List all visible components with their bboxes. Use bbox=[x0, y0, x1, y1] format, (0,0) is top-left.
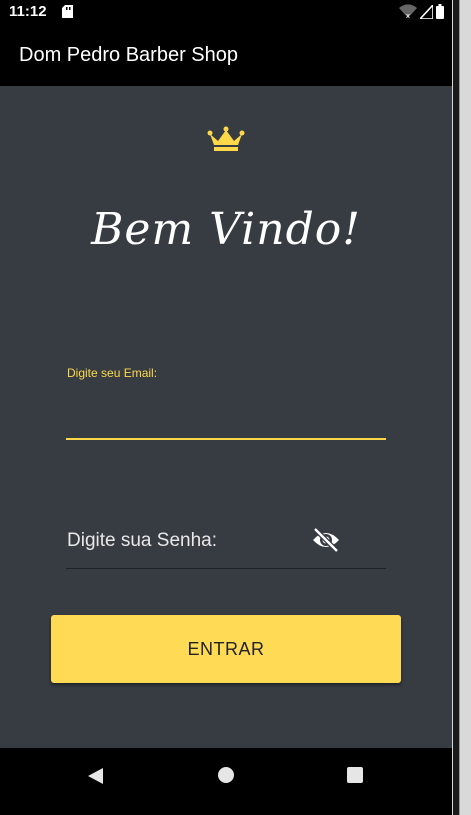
app-title: Dom Pedro Barber Shop bbox=[19, 44, 239, 66]
sd-card-icon bbox=[62, 5, 73, 23]
navigation-bar bbox=[0, 748, 452, 815]
svg-text:x: x bbox=[406, 12, 410, 19]
app-bar: Dom Pedro Barber Shop bbox=[0, 25, 452, 86]
back-icon[interactable] bbox=[88, 768, 103, 789]
password-field[interactable]: Digite sua Senha: bbox=[66, 516, 386, 569]
status-bar: 11:12 x bbox=[0, 0, 452, 25]
login-screen: Bem Vindo! Digite seu Email: Digite sua … bbox=[0, 86, 452, 748]
welcome-heading: Bem Vindo! bbox=[91, 204, 361, 255]
window-edge bbox=[452, 0, 471, 815]
wifi-icon: x bbox=[399, 4, 417, 24]
email-field[interactable] bbox=[66, 386, 386, 440]
recents-icon[interactable] bbox=[347, 767, 363, 783]
window-frame bbox=[453, 0, 460, 815]
status-icons: x bbox=[399, 2, 444, 24]
home-icon[interactable] bbox=[218, 767, 234, 783]
email-label: Digite seu Email: bbox=[67, 366, 158, 380]
entrar-button-label: ENTRAR bbox=[187, 638, 265, 659]
password-placeholder: Digite sua Senha: bbox=[67, 530, 217, 551]
signal-icon bbox=[418, 2, 434, 24]
eye-off-icon[interactable] bbox=[311, 527, 341, 558]
status-time: 11:12 bbox=[9, 3, 47, 20]
phone-screen: 11:12 x Dom Pedro Barber Shop Bem Vindo!… bbox=[0, 0, 452, 815]
entrar-button[interactable]: ENTRAR bbox=[51, 615, 401, 683]
battery-icon bbox=[436, 4, 444, 24]
crown-icon bbox=[207, 126, 245, 157]
